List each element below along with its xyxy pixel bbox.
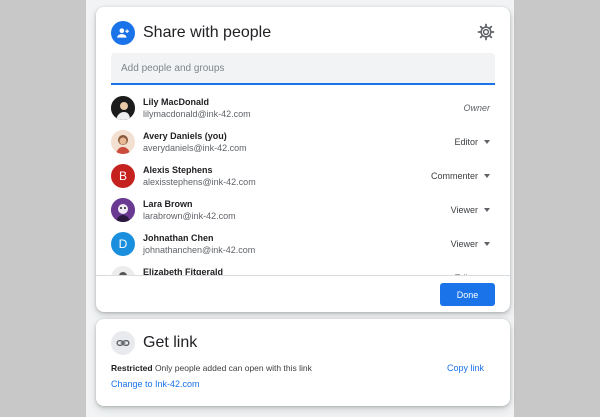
link-header: Get link [111, 331, 197, 355]
role-text: Commenter [430, 171, 478, 181]
role-text: Viewer [450, 205, 478, 215]
caret-down-icon [484, 208, 490, 212]
get-link-title: Get link [143, 334, 198, 351]
person-row: B Alexis Stephens alexisstephens@ink-42.… [96, 160, 510, 194]
role-dropdown[interactable]: Viewer [451, 239, 490, 249]
right-backdrop [514, 0, 600, 417]
gear-icon[interactable] [477, 23, 495, 41]
role-dropdown[interactable]: Commenter [431, 171, 490, 181]
caret-down-icon [484, 242, 490, 246]
avatar [111, 266, 135, 275]
person-name: Lily MacDonald [143, 97, 210, 107]
person-email: alexisstephens@ink-42.com [143, 177, 256, 187]
person-row: Lily MacDonald lilymacdonald@ink-42.com … [96, 92, 510, 126]
person-email: lilymacdonald@ink-42.com [143, 109, 251, 119]
person-row: Elizabeth Fitgerald Editor [96, 262, 510, 275]
avatar [111, 96, 135, 120]
share-title: Share with people [143, 24, 272, 41]
link-icon [111, 331, 135, 355]
avatar-letter: B [118, 169, 127, 183]
restricted-note: Restricted Only people added can open wi… [111, 363, 312, 373]
person-row: D Johnathan Chen johnathanchen@ink-42.co… [96, 228, 510, 262]
person-name: Lara Brown [143, 199, 193, 209]
role-text: Viewer [450, 239, 478, 249]
dialog-stage: Share with people Lily MacDonald lilymac… [86, 0, 514, 417]
avatar-letter: D [118, 237, 128, 251]
person-name: Alexis Stephens [143, 165, 213, 175]
person-name: Johnathan Chen [143, 233, 214, 243]
avatar: B [111, 164, 135, 188]
person-row: Lara Brown larabrown@ink-42.com Viewer [96, 194, 510, 228]
person-email: averydaniels@ink-42.com [143, 143, 247, 153]
done-button[interactable]: Done [440, 283, 495, 306]
role-text: Editor [454, 137, 478, 147]
people-list: Lily MacDonald lilymacdonald@ink-42.com … [96, 92, 510, 275]
caret-down-icon [484, 174, 490, 178]
role-dropdown[interactable]: Viewer [451, 205, 490, 215]
copy-link-button[interactable]: Copy link [447, 363, 484, 373]
share-header: Share with people [111, 21, 271, 45]
role-label: Owner [463, 103, 490, 113]
caret-down-icon [484, 140, 490, 144]
left-backdrop [0, 0, 86, 417]
role-text: Owner [463, 103, 490, 113]
avatar [111, 198, 135, 222]
get-link-panel: Get link Restricted Only people added ca… [96, 319, 510, 406]
person-email: larabrown@ink-42.com [143, 211, 236, 221]
change-access-link[interactable]: Change to Ink-42.com [111, 379, 200, 389]
person-name: Elizabeth Fitgerald [143, 267, 224, 275]
person-row: Avery Daniels (you) averydaniels@ink-42.… [96, 126, 510, 160]
footer-divider [96, 275, 510, 276]
avatar: D [111, 232, 135, 256]
add-people-input[interactable] [111, 53, 495, 85]
person-name: Avery Daniels (you) [143, 131, 227, 141]
role-dropdown[interactable]: Editor [454, 137, 490, 147]
share-dialog: Share with people Lily MacDonald lilymac… [96, 7, 510, 312]
avatar [111, 130, 135, 154]
restricted-text: Only people added can open with this lin… [152, 363, 312, 373]
add-person-icon [111, 21, 135, 45]
person-email: johnathanchen@ink-42.com [143, 245, 256, 255]
restricted-label: Restricted [111, 363, 153, 373]
